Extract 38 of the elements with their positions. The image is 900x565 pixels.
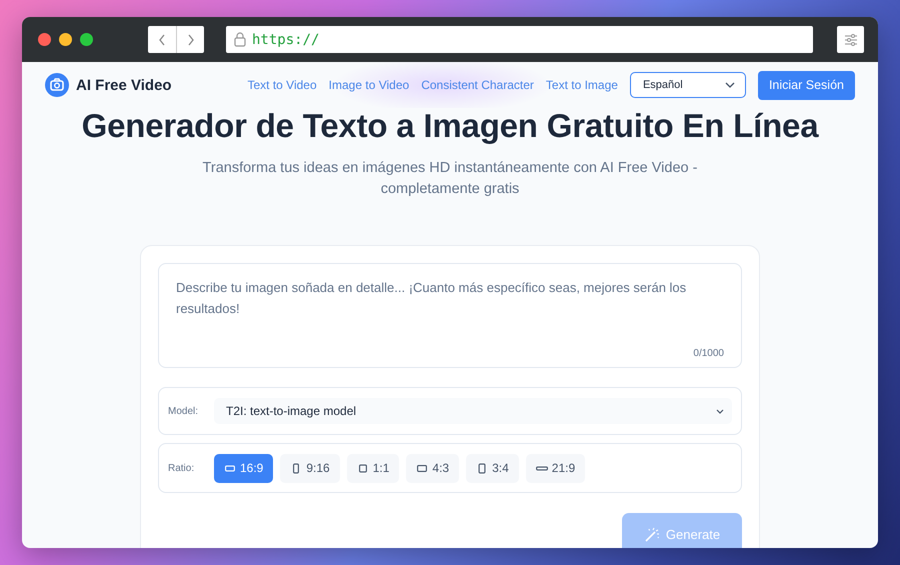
model-dropdown[interactable]: T2I: text-to-image model <box>214 398 732 424</box>
sliders-icon <box>844 32 858 46</box>
nav-link[interactable]: Image to Video <box>328 78 410 92</box>
lock-icon <box>234 32 246 47</box>
ratio-option[interactable]: 4:3 <box>406 454 460 482</box>
brand-name: AI Free Video <box>76 76 172 94</box>
chevron-down-icon <box>716 408 724 414</box>
prompt-textarea[interactable]: Describe tu imagen soñada en detalle... ¡Cuanto más específico seas, mejores serán los resultados! 0/1000 <box>158 263 742 368</box>
nav-link[interactable]: Consistent Character <box>421 78 534 92</box>
ratio-label: Ratio: <box>168 462 196 474</box>
aspect-shape-icon <box>356 462 369 474</box>
login-button[interactable]: Iniciar Sesión <box>758 70 855 100</box>
chevron-left-icon <box>158 34 166 46</box>
nav-link[interactable]: Text to Video <box>248 78 317 92</box>
window-control-button[interactable] <box>59 33 72 46</box>
ratio-option[interactable]: 3:4 <box>466 454 519 482</box>
aspect-shape-icon <box>476 462 488 474</box>
aspect-shape-icon <box>416 462 428 474</box>
ratio-option[interactable]: 9:16 <box>280 454 340 482</box>
nav-link[interactable]: Text to Image <box>546 78 618 92</box>
camera-logo-icon <box>45 73 69 97</box>
chevron-down-icon <box>724 82 735 88</box>
window-control-button[interactable] <box>38 33 51 46</box>
magic-wand-icon <box>644 527 659 542</box>
window-control-button[interactable] <box>80 33 93 46</box>
ratio-option[interactable]: 16:9 <box>214 454 274 482</box>
aspect-shape-icon <box>224 462 236 474</box>
url-text: https:// <box>252 32 320 48</box>
chevron-right-icon <box>186 34 194 46</box>
ratio-option[interactable]: 1:1 <box>346 454 400 482</box>
settings-button[interactable] <box>837 26 864 53</box>
page-subtitle: Transforma tus ideas en imágenes HD instantáneamente con AI Free Video - completamente gratis <box>202 159 698 199</box>
ratio-option[interactable]: 21:9 <box>526 454 586 482</box>
page-title: Generador de Texto a Imagen Gratuito En Línea <box>80 108 820 142</box>
language-dropdown[interactable]: Español <box>630 72 746 98</box>
model-label: Model: <box>168 406 198 416</box>
character-counter: 0/1000 <box>693 348 724 359</box>
address-bar[interactable]: https:// <box>226 26 813 53</box>
